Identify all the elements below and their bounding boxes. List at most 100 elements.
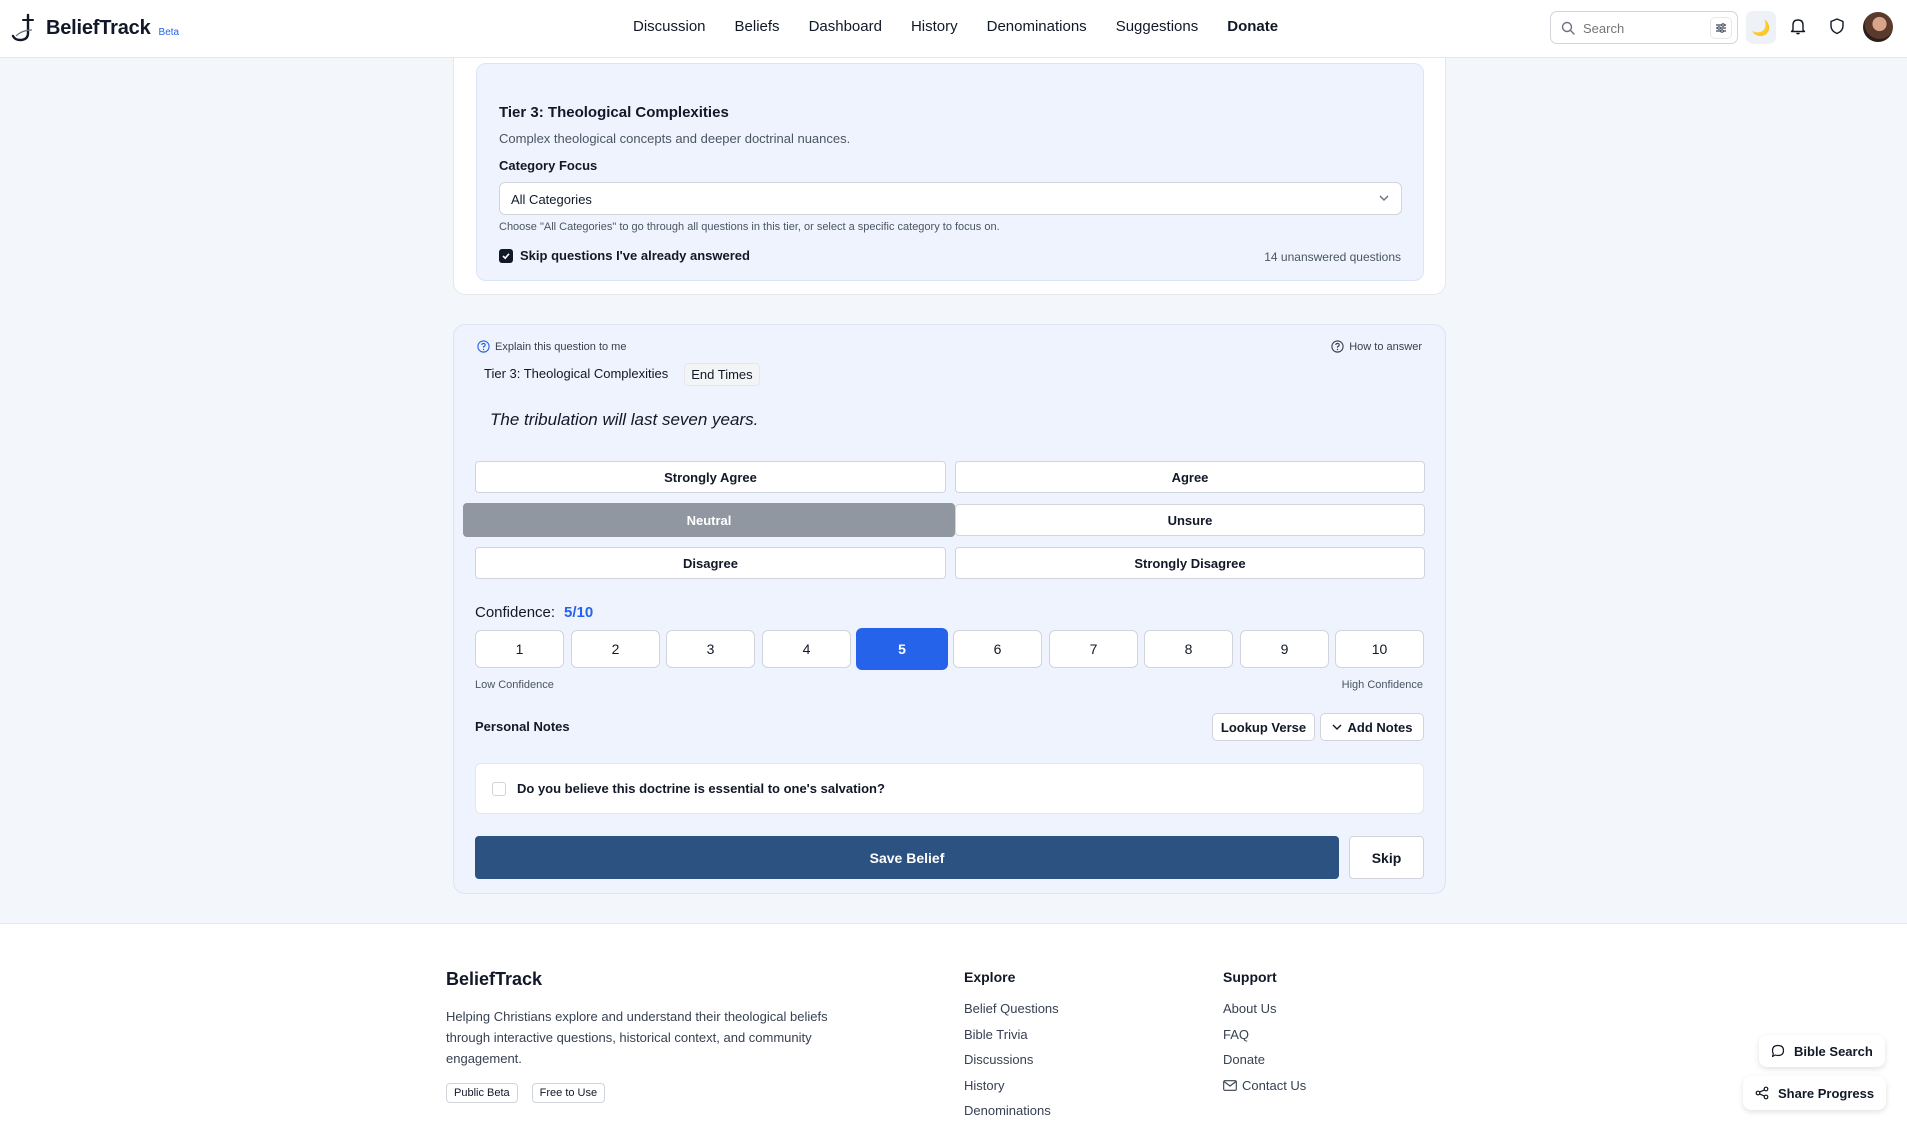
search-icon	[1561, 21, 1575, 35]
nav-denominations[interactable]: Denominations	[987, 18, 1087, 35]
personal-notes-label: Personal Notes	[475, 719, 570, 734]
essential-doctrine-label: Do you believe this doctrine is essentia…	[517, 781, 885, 796]
add-notes-button[interactable]: Add Notes	[1320, 713, 1424, 741]
unanswered-count: 14 unanswered questions	[1264, 250, 1401, 264]
footer-explore-column: Explore Belief Questions Bible Trivia Di…	[964, 969, 1059, 1124]
footer: BeliefTrack Helping Christians explore a…	[0, 923, 1907, 1128]
shield-icon[interactable]	[1829, 17, 1845, 35]
help-circle-icon	[1331, 340, 1344, 353]
explore-heading: Explore	[964, 969, 1016, 985]
share-progress-label: Share Progress	[1778, 1085, 1875, 1101]
confidence-7-button[interactable]: 7	[1049, 630, 1138, 668]
footer-description: Helping Christians explore and understan…	[446, 1009, 828, 1066]
category-focus-label: Category Focus	[499, 158, 598, 173]
logo-icon	[11, 13, 34, 42]
category-tag: End Times	[684, 363, 760, 386]
essential-doctrine-checkbox[interactable]	[492, 782, 506, 796]
tier-tag: Tier 3: Theological Complexities	[484, 366, 669, 381]
confidence-value: 5/10	[564, 604, 594, 621]
chevron-down-icon	[1332, 724, 1341, 730]
mail-icon	[1223, 1079, 1237, 1091]
question-card: Explain this question to me How to answe…	[453, 324, 1446, 894]
confidence-5-button[interactable]: 5	[856, 628, 948, 670]
option-disagree[interactable]: Disagree	[475, 547, 946, 579]
how-to-answer-link[interactable]: How to answer	[1331, 340, 1422, 353]
save-belief-button[interactable]: Save Belief	[475, 836, 1339, 879]
footer-support-column: Support About Us FAQ Donate Contact Us	[1223, 969, 1306, 1098]
contact-us-label: Contact Us	[1242, 1077, 1307, 1093]
confidence-1-button[interactable]: 1	[475, 630, 564, 668]
footer-link-faq[interactable]: FAQ	[1223, 1022, 1306, 1048]
tier-description: Complex theological concepts and deeper …	[499, 131, 851, 146]
confidence-9-button[interactable]: 9	[1240, 630, 1329, 668]
explain-question-label: Explain this question to me	[495, 340, 627, 353]
category-select[interactable]: All Categories	[499, 182, 1402, 215]
low-confidence-label: Low Confidence	[475, 679, 554, 691]
beta-label: Beta	[158, 26, 180, 38]
option-strongly-agree[interactable]: Strongly Agree	[475, 461, 946, 493]
logo-text: BeliefTrack	[46, 16, 151, 39]
filter-icon	[1716, 23, 1726, 33]
add-notes-label: Add Notes	[1347, 719, 1413, 735]
nav-history[interactable]: History	[911, 18, 958, 35]
footer-link-donate[interactable]: Donate	[1223, 1047, 1306, 1073]
confidence-3-button[interactable]: 3	[666, 630, 755, 668]
tier-title: Tier 3: Theological Complexities	[499, 104, 729, 121]
footer-link-about-us[interactable]: About Us	[1223, 996, 1306, 1022]
nav-discussion[interactable]: Discussion	[633, 18, 706, 35]
question-statement: The tribulation will last seven years.	[490, 410, 759, 429]
bell-icon[interactable]	[1790, 17, 1806, 35]
footer-link-denominations[interactable]: Denominations	[964, 1098, 1059, 1124]
support-heading: Support	[1223, 969, 1277, 985]
footer-link-belief-questions[interactable]: Belief Questions	[964, 996, 1059, 1022]
option-strongly-disagree[interactable]: Strongly Disagree	[955, 547, 1425, 579]
footer-link-contact-us[interactable]: Contact Us	[1223, 1073, 1306, 1099]
tier-panel: Tier 3: Theological Complexities Complex…	[476, 63, 1424, 281]
question-tags: Tier 3: Theological Complexities End Tim…	[478, 363, 760, 386]
explain-question-link[interactable]: Explain this question to me	[477, 340, 626, 353]
high-confidence-label: High Confidence	[1341, 679, 1423, 691]
chevron-down-icon	[1379, 195, 1389, 201]
confidence-6-button[interactable]: 6	[953, 630, 1042, 668]
skip-answered-label: Skip questions I've already answered	[520, 248, 750, 263]
search-input[interactable]	[1583, 19, 1703, 37]
footer-link-bible-trivia[interactable]: Bible Trivia	[964, 1022, 1059, 1048]
option-neutral[interactable]: Neutral	[463, 503, 955, 537]
footer-badges: Public Beta Free to Use	[446, 1083, 606, 1103]
moon-icon: 🌙	[1751, 19, 1771, 37]
skip-answered-checkbox[interactable]: Skip questions I've already answered	[499, 248, 750, 263]
category-hint: Choose "All Categories" to go through al…	[499, 221, 1000, 233]
nav-dashboard[interactable]: Dashboard	[809, 18, 882, 35]
how-to-answer-label: How to answer	[1349, 340, 1422, 353]
search-box	[1550, 11, 1738, 44]
share-progress-button[interactable]: Share Progress	[1743, 1076, 1887, 1110]
share-icon	[1755, 1086, 1769, 1100]
option-unsure[interactable]: Unsure	[955, 504, 1425, 536]
confidence-label: Confidence:	[475, 604, 556, 621]
bible-search-button[interactable]: Bible Search	[1759, 1035, 1885, 1067]
top-navbar: BeliefTrack Beta Discussion Beliefs Dash…	[0, 0, 1907, 58]
question-filter-card: Tier 3: Theological Complexities Complex…	[453, 58, 1446, 295]
bible-search-label: Bible Search	[1794, 1043, 1873, 1059]
category-select-value: All Categories	[511, 192, 592, 207]
footer-brand: BeliefTrack	[446, 969, 543, 989]
confidence-4-button[interactable]: 4	[762, 630, 851, 668]
confidence-2-button[interactable]: 2	[571, 630, 660, 668]
lookup-verse-button[interactable]: Lookup Verse	[1212, 713, 1315, 741]
user-avatar[interactable]	[1863, 12, 1893, 42]
footer-link-history[interactable]: History	[964, 1073, 1059, 1099]
checkbox-checked-icon	[499, 248, 513, 263]
public-beta-badge: Public Beta	[446, 1083, 518, 1103]
nav-donate[interactable]: Donate	[1227, 18, 1278, 35]
help-circle-icon	[477, 340, 490, 353]
confidence-10-button[interactable]: 10	[1335, 630, 1424, 668]
theme-toggle-button[interactable]: 🌙	[1746, 11, 1776, 44]
nav-beliefs[interactable]: Beliefs	[735, 18, 780, 35]
nav-suggestions[interactable]: Suggestions	[1116, 18, 1199, 35]
logo[interactable]: BeliefTrack Beta	[10, 12, 179, 44]
skip-button[interactable]: Skip	[1349, 836, 1424, 879]
footer-link-discussions[interactable]: Discussions	[964, 1047, 1059, 1073]
confidence-8-button[interactable]: 8	[1144, 630, 1233, 668]
option-agree[interactable]: Agree	[955, 461, 1425, 493]
filter-button[interactable]	[1710, 17, 1732, 39]
